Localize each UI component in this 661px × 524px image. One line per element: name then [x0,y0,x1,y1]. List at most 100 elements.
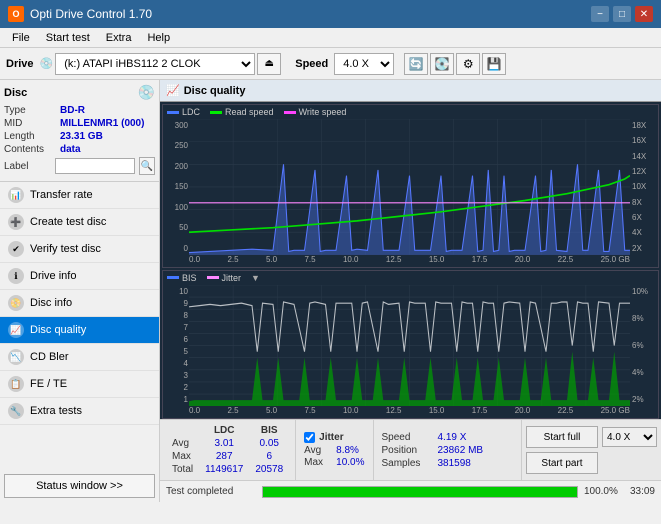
bis-chart: BIS Jitter ▼ 10 9 8 7 6 [162,270,659,419]
toolbar-icons: 🔄 💽 ⚙ 💾 [404,53,506,75]
disc-label-row: Label 🔍 [4,157,155,175]
speed-select-stats[interactable]: 4.0 X [602,427,657,447]
samples-row: Samples 381598 [382,458,484,469]
sidebar: Disc 💿 Type BD-R MID MILLENMR1 (000) Len… [0,80,160,502]
title-bar-left: O Opti Drive Control 1.70 [8,6,152,22]
disc-label-input[interactable] [55,158,135,174]
save-button[interactable]: 💾 [482,53,506,75]
create-test-disc-icon: ➕ [8,214,24,230]
stats-max-row: Max 287 6 [166,450,289,463]
ldc-legend: LDC Read speed Write speed [163,105,658,119]
disc-contents-value: data [60,144,81,155]
stats-avg-label: Avg [166,437,199,450]
transfer-rate-icon: 📊 [8,187,24,203]
menu-start-test[interactable]: Start test [38,30,98,46]
menu-file[interactable]: File [4,30,38,46]
action-buttons: Start full 4.0 X Start part [521,420,661,480]
stats-total-bis: 20578 [249,463,289,476]
nav-item-fe-te[interactable]: 📋 FE / TE [0,371,159,398]
position-row: Position 23862 MB [382,445,484,456]
nav-item-disc-quality[interactable]: 📈 Disc quality [0,317,159,344]
nav-item-transfer-rate[interactable]: 📊 Transfer rate [0,182,159,209]
drive-label: Drive [6,58,34,70]
jitter-header-row: Jitter [304,432,364,443]
disc-contents-label: Contents [4,144,56,155]
progress-label: 100.0% [584,486,624,497]
verify-test-disc-icon: ✔ [8,241,24,257]
progress-track [262,486,578,498]
close-button[interactable]: ✕ [635,6,653,22]
jitter-max-label: Max [304,457,332,468]
menu-help[interactable]: Help [139,30,178,46]
disc-mid-label: MID [4,118,56,129]
bis-chart-inner: 10 9 8 7 6 5 4 3 2 1 [163,285,658,418]
start-full-row: Start full 4.0 X [526,426,657,448]
jitter-section: Jitter Avg 8.8% Max 10.0% [295,420,372,480]
start-part-button[interactable]: Start part [526,452,598,474]
speed-select[interactable]: 4.0 X [334,53,394,75]
stats-bar: LDC BIS Avg 3.01 0.05 Max 287 6 Total [160,419,661,480]
nav-item-disc-info-label: Disc info [30,297,72,309]
disc-label-label: Label [4,161,51,172]
start-full-button[interactable]: Start full [526,426,598,448]
jitter-max-row: Max 10.0% [304,457,364,468]
speed-row: Speed 4.19 X [382,432,484,443]
maximize-button[interactable]: □ [613,6,631,22]
eject-button[interactable]: ⏏ [257,53,281,75]
nav-item-create-test-disc[interactable]: ➕ Create test disc [0,209,159,236]
nav-item-verify-test-disc-label: Verify test disc [30,243,101,255]
stats-table-container: LDC BIS Avg 3.01 0.05 Max 287 6 Total [160,420,295,480]
stats-avg-ldc: 3.01 [199,437,249,450]
title-bar: O Opti Drive Control 1.70 − □ ✕ [0,0,661,28]
progress-fill [263,487,577,497]
nav-item-drive-info-label: Drive info [30,270,76,282]
nav-item-extra-tests[interactable]: 🔧 Extra tests [0,398,159,425]
ldc-chart-inner: 300 250 200 150 100 50 0 [163,119,658,267]
disc-button[interactable]: 💽 [430,53,454,75]
bis-svg [189,285,630,406]
position-label: Position [382,445,434,456]
nav-item-disc-quality-label: Disc quality [30,324,86,336]
stats-bis-header: BIS [249,424,289,437]
stats-ldc-header: LDC [199,424,249,437]
bis-y-axis-left: 10 9 8 7 6 5 4 3 2 1 [163,285,189,418]
stats-max-label: Max [166,450,199,463]
speed-section: Speed 4.19 X Position 23862 MB Samples 3… [373,420,492,480]
jitter-avg-label: Avg [304,445,332,456]
samples-label: Samples [382,458,434,469]
title-bar-title: Opti Drive Control 1.70 [30,7,152,21]
settings-button[interactable]: ⚙ [456,53,480,75]
disc-type-label: Type [4,105,56,116]
progress-bar-container: Test completed 100.0% 33:09 [160,480,661,502]
jitter-label: Jitter [319,432,343,443]
menu-extra[interactable]: Extra [98,30,140,46]
stats-max-bis: 6 [249,450,289,463]
nav-item-verify-test-disc[interactable]: ✔ Verify test disc [0,236,159,263]
nav-item-extra-tests-label: Extra tests [30,405,82,417]
bis-legend-bis: BIS [182,273,197,283]
nav-item-drive-info[interactable]: ℹ Drive info [0,263,159,290]
ldc-x-axis: 0.0 2.5 5.0 7.5 10.0 12.5 15.0 17.5 20.0… [189,255,630,267]
disc-label-button[interactable]: 🔍 [139,157,155,175]
drive-toolbar: Drive 💿 (k:) ATAPI iHBS112 2 CLOK ⏏ Spee… [0,48,661,80]
drive-select[interactable]: (k:) ATAPI iHBS112 2 CLOK [55,53,255,75]
ldc-y-axis-right: 18X 16X 14X 12X 10X 8X 6X 4X 2X [630,119,658,267]
bis-legend: BIS Jitter ▼ [163,271,658,285]
ldc-legend-read: Read speed [225,107,274,117]
refresh-button[interactable]: 🔄 [404,53,428,75]
minimize-button[interactable]: − [591,6,609,22]
jitter-checkbox[interactable] [304,432,315,443]
nav-item-disc-info[interactable]: 📀 Disc info [0,290,159,317]
ldc-legend-ldc: LDC [182,107,200,117]
disc-header: Disc 💿 [4,84,155,101]
main-content: Disc 💿 Type BD-R MID MILLENMR1 (000) Len… [0,80,661,502]
nav-item-cd-bler[interactable]: 📉 CD Bler [0,344,159,371]
speed-stat-value: 4.19 X [438,432,467,443]
status-window-button[interactable]: Status window >> [4,474,155,498]
disc-info-icon: 📀 [8,295,24,311]
content-area: 📈 Disc quality LDC Read speed [160,80,661,502]
bis-x-axis: 0.0 2.5 5.0 7.5 10.0 12.5 15.0 17.5 20.0… [189,406,630,418]
nav-item-fe-te-label: FE / TE [30,378,67,390]
disc-panel: Disc 💿 Type BD-R MID MILLENMR1 (000) Len… [0,80,159,182]
menu-bar: File Start test Extra Help [0,28,661,48]
